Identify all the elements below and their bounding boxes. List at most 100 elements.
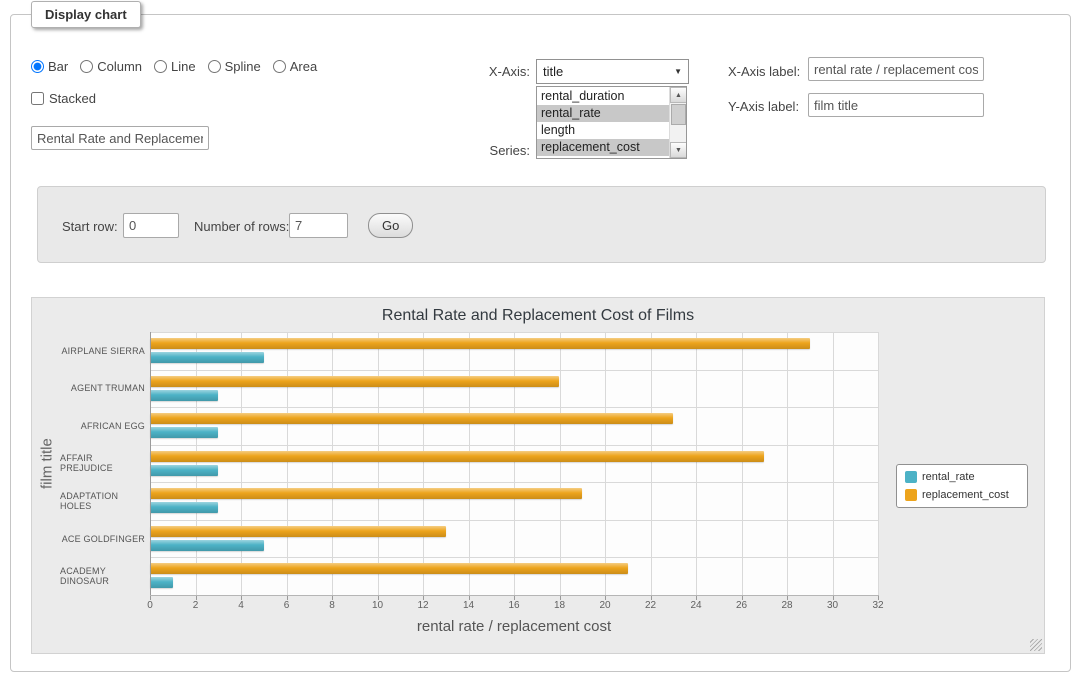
x-axis-line xyxy=(150,595,879,596)
chart-title-input[interactable] xyxy=(31,126,209,150)
y-axis-title: film title xyxy=(34,332,60,595)
bar-replacement_cost[interactable] xyxy=(150,488,582,499)
legend-item[interactable]: replacement_cost xyxy=(905,489,1019,501)
chart-type-radio-spline[interactable]: Spline xyxy=(208,59,261,74)
bar-rental_rate[interactable] xyxy=(150,502,218,513)
y-axis-category-label: AFRICAN EGG xyxy=(60,407,145,445)
x-axis-tick-label: 20 xyxy=(599,600,610,611)
x-axis-tick-label: 0 xyxy=(147,600,153,611)
x-axis-tick-label: 30 xyxy=(827,600,838,611)
x-axis-tick-label: 12 xyxy=(417,600,428,611)
bar-rental_rate[interactable] xyxy=(150,390,218,401)
gridline-vertical xyxy=(605,332,606,595)
chart-type-radio-input-column[interactable] xyxy=(80,60,93,73)
series-listbox[interactable]: rental_durationrental_ratelengthreplacem… xyxy=(536,86,687,159)
x-axis-select-label: X-Axis: xyxy=(448,64,530,79)
y-axis-label-input[interactable] xyxy=(808,93,984,117)
y-axis-category-label: AGENT TRUMAN xyxy=(60,370,145,408)
series-option-rental_duration[interactable]: rental_duration xyxy=(537,88,669,105)
chart-container: Rental Rate and Replacement Cost of Film… xyxy=(31,297,1045,654)
chart-type-radio-line[interactable]: Line xyxy=(154,59,196,74)
bar-replacement_cost[interactable] xyxy=(150,413,673,424)
bar-rental_rate[interactable] xyxy=(150,352,264,363)
scroll-up-icon[interactable]: ▲ xyxy=(670,87,687,103)
legend-label: replacement_cost xyxy=(922,489,1009,501)
x-axis-tick-label: 4 xyxy=(238,600,244,611)
num-rows-label: Number of rows: xyxy=(194,219,289,234)
x-axis-selected-value: title xyxy=(543,64,563,79)
x-axis-tick-label: 10 xyxy=(372,600,383,611)
bar-replacement_cost[interactable] xyxy=(150,563,628,574)
y-axis-category-label: ACADEMY DINOSAUR xyxy=(60,557,145,595)
plot-area xyxy=(150,332,878,595)
y-axis-line xyxy=(150,332,151,596)
chart-title: Rental Rate and Replacement Cost of Film… xyxy=(32,307,1044,325)
y-axis-category-label: AIRPLANE SIERRA xyxy=(60,332,145,370)
legend-swatch xyxy=(905,489,917,501)
chart-type-radio-bar[interactable]: Bar xyxy=(31,59,68,74)
gridline-vertical xyxy=(878,332,879,595)
y-axis-label-label: Y-Axis label: xyxy=(728,99,799,114)
x-axis-tick-label: 14 xyxy=(463,600,474,611)
bar-replacement_cost[interactable] xyxy=(150,376,559,387)
x-axis-label-input[interactable] xyxy=(808,57,984,81)
chart-type-radio-group: Bar Column Line Spline Area xyxy=(31,59,317,74)
bar-rental_rate[interactable] xyxy=(150,427,218,438)
page: Display chart Bar Column Line Spline Are… xyxy=(0,0,1081,681)
x-axis-tick-label: 24 xyxy=(690,600,701,611)
x-axis-tick-label: 26 xyxy=(736,600,747,611)
bar-replacement_cost[interactable] xyxy=(150,526,446,537)
panel-legend: Display chart xyxy=(31,1,141,28)
scrollbar-thumb[interactable] xyxy=(671,104,686,125)
num-rows-input[interactable] xyxy=(289,213,348,238)
chart-legend: rental_rate replacement_cost xyxy=(896,464,1028,508)
gridline-vertical xyxy=(378,332,379,595)
display-chart-panel: Display chart Bar Column Line Spline Are… xyxy=(10,14,1071,672)
chart-type-radio-input-line[interactable] xyxy=(154,60,167,73)
resize-handle[interactable] xyxy=(1030,639,1042,651)
gridline-vertical xyxy=(332,332,333,595)
series-option-length[interactable]: length xyxy=(537,122,669,139)
bar-rental_rate[interactable] xyxy=(150,465,218,476)
gridline-vertical xyxy=(241,332,242,595)
x-axis-label-label: X-Axis label: xyxy=(728,64,800,79)
x-axis-tick-label: 28 xyxy=(781,600,792,611)
x-axis-tick-label: 22 xyxy=(645,600,656,611)
series-option-replacement_cost[interactable]: replacement_cost xyxy=(537,139,669,156)
legend-item[interactable]: rental_rate xyxy=(905,471,1019,483)
legend-label: rental_rate xyxy=(922,471,975,483)
x-axis-tick-label: 18 xyxy=(554,600,565,611)
go-button[interactable]: Go xyxy=(368,213,413,238)
y-axis-category-label: ACE GOLDFINGER xyxy=(60,520,145,558)
bar-replacement_cost[interactable] xyxy=(150,451,764,462)
chart-type-radio-input-bar[interactable] xyxy=(31,60,44,73)
chart-type-label-area: Area xyxy=(290,59,317,74)
stacked-checkbox-row[interactable]: Stacked xyxy=(31,91,96,106)
chart-type-label-column: Column xyxy=(97,59,142,74)
y-axis-category-labels: AIRPLANE SIERRAAGENT TRUMANAFRICAN EGGAF… xyxy=(60,332,145,595)
chart-type-radio-column[interactable]: Column xyxy=(80,59,142,74)
x-axis-tick-labels: 02468101214161820222426283032 xyxy=(150,600,878,614)
x-axis-tick-label: 6 xyxy=(284,600,290,611)
bar-rental_rate[interactable] xyxy=(150,577,173,588)
series-option-rental_rate[interactable]: rental_rate xyxy=(537,105,669,122)
chart-type-radio-input-spline[interactable] xyxy=(208,60,221,73)
series-option-list: rental_durationrental_ratelengthreplacem… xyxy=(537,88,669,158)
chart-type-radio-input-area[interactable] xyxy=(273,60,286,73)
x-axis-select[interactable]: title ▼ xyxy=(536,59,689,84)
gridline-vertical xyxy=(196,332,197,595)
chart-type-label-line: Line xyxy=(171,59,196,74)
chart-type-label-bar: Bar xyxy=(48,59,68,74)
gridline-vertical xyxy=(787,332,788,595)
bar-rental_rate[interactable] xyxy=(150,540,264,551)
listbox-scrollbar[interactable]: ▲ ▼ xyxy=(669,87,686,158)
scroll-down-icon[interactable]: ▼ xyxy=(670,142,687,158)
legend-swatch xyxy=(905,471,917,483)
x-axis-title: rental rate / replacement cost xyxy=(150,618,878,635)
chart-type-radio-area[interactable]: Area xyxy=(273,59,317,74)
gridline-vertical xyxy=(651,332,652,595)
gridline-vertical xyxy=(423,332,424,595)
bar-replacement_cost[interactable] xyxy=(150,338,810,349)
stacked-checkbox[interactable] xyxy=(31,92,44,105)
start-row-input[interactable] xyxy=(123,213,179,238)
